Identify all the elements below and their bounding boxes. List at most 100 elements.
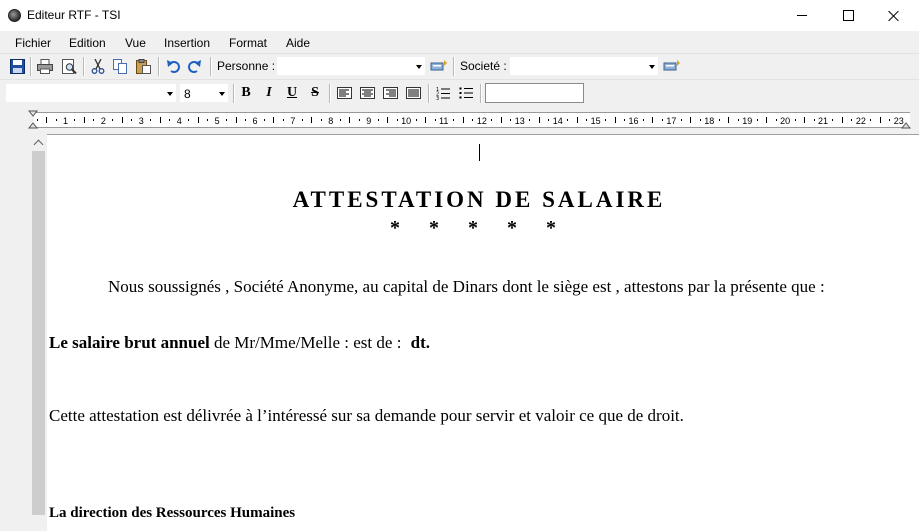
minimize-icon xyxy=(797,15,807,16)
ruler-tick xyxy=(55,119,57,121)
ruler-tick xyxy=(870,119,872,121)
ruler-tick xyxy=(434,119,436,121)
menu-insertion[interactable]: Insertion xyxy=(164,36,210,50)
maximize-button[interactable] xyxy=(825,0,871,31)
window-title: Editeur RTF - TSI xyxy=(27,8,121,22)
paste-button[interactable] xyxy=(133,56,153,76)
ruler-tick xyxy=(46,117,48,123)
ruler-tick xyxy=(614,117,616,123)
ruler-tick xyxy=(804,117,806,123)
menu-vue[interactable]: Vue xyxy=(125,36,146,50)
ruler-number: 1 xyxy=(63,116,69,126)
ruler-tick xyxy=(642,119,644,121)
strikethrough-button[interactable]: S xyxy=(305,83,325,103)
insert-societe-field-button[interactable] xyxy=(662,56,682,76)
ruler-tick xyxy=(889,119,891,121)
ruler-tick xyxy=(453,119,455,121)
ruler-tick xyxy=(358,119,360,121)
italic-button[interactable]: I xyxy=(259,83,279,103)
align-right-button[interactable] xyxy=(380,83,400,103)
ruler-number: 3 xyxy=(138,116,144,126)
right-indent-marker[interactable] xyxy=(900,108,912,132)
ruler-tick xyxy=(737,119,739,121)
ruler-tick xyxy=(74,119,76,121)
menu-edition[interactable]: Edition xyxy=(69,36,106,50)
font-size-combo[interactable]: 8 xyxy=(179,83,229,103)
ruler-tick xyxy=(605,119,607,121)
print-button[interactable] xyxy=(35,56,55,76)
chevron-down-icon xyxy=(219,92,225,96)
toolbar-separator xyxy=(210,57,212,76)
numbered-list-button[interactable]: 1 2 3 xyxy=(433,83,453,103)
bullet-list-button[interactable] xyxy=(456,83,476,103)
ruler-number: 14 xyxy=(552,116,563,126)
ruler-tick xyxy=(548,119,550,121)
toolbar-separator xyxy=(329,84,331,103)
ruler-tick xyxy=(169,119,171,121)
salary-bold-label: Le salaire brut annuel xyxy=(49,333,210,352)
minimize-button[interactable] xyxy=(779,0,825,31)
align-right-icon xyxy=(382,87,398,99)
intro-paragraph: Nous soussignés , Société Anonyme, au ca… xyxy=(108,277,825,296)
app-icon xyxy=(8,9,21,22)
personne-combo[interactable] xyxy=(276,56,426,76)
ruler-tick xyxy=(794,119,796,121)
toolbar-separator xyxy=(428,84,430,103)
ruler-number: 16 xyxy=(628,116,639,126)
save-button[interactable] xyxy=(7,56,27,76)
ruler-tick xyxy=(339,119,341,121)
ruler-tick xyxy=(112,119,114,121)
toolbar-separator xyxy=(83,57,85,76)
print-icon xyxy=(37,58,53,74)
paste-icon xyxy=(135,58,151,74)
underline-button[interactable]: U xyxy=(282,83,302,103)
justify-button[interactable] xyxy=(403,83,423,103)
numbered-list-icon: 1 2 3 xyxy=(436,87,450,100)
ruler-tick xyxy=(226,119,228,121)
ruler-tick xyxy=(197,117,199,123)
menu-fichier[interactable]: Fichier xyxy=(15,36,51,50)
chevron-down-icon xyxy=(167,92,173,96)
ruler-tick xyxy=(121,117,123,123)
ruler-tick xyxy=(207,119,209,121)
font-size-value: 8 xyxy=(184,87,191,101)
text-cursor xyxy=(479,144,480,161)
redo-button[interactable] xyxy=(185,56,205,76)
undo-button[interactable] xyxy=(163,56,183,76)
align-center-button[interactable] xyxy=(357,83,377,103)
title-bar: Editeur RTF - TSI xyxy=(0,0,919,31)
insert-personne-field-button[interactable] xyxy=(429,56,449,76)
extra-input[interactable] xyxy=(485,83,584,103)
ruler-number: 22 xyxy=(855,116,866,126)
font-name-combo[interactable] xyxy=(5,83,177,103)
societe-combo[interactable] xyxy=(509,56,659,76)
bullet-list-icon xyxy=(459,87,473,99)
menu-format[interactable]: Format xyxy=(229,36,267,50)
document-title: ATTESTATION DE SALAIRE xyxy=(292,187,666,212)
bold-button[interactable]: B xyxy=(236,83,256,103)
menu-bar: Fichier Edition Vue Insertion Format Aid… xyxy=(0,31,919,53)
align-left-button[interactable] xyxy=(334,83,354,103)
ruler-tick xyxy=(690,117,692,123)
ruler-tick xyxy=(83,117,85,123)
ruler[interactable]: 1 2 3 4 5 6 7 8 9 10 11 12 13 14 15 16 17 18 19 20 21 22 23 xyxy=(28,108,912,132)
ruler-number: 15 xyxy=(590,116,601,126)
print-preview-button[interactable] xyxy=(59,56,79,76)
menu-aide[interactable]: Aide xyxy=(286,36,310,50)
insert-field-icon xyxy=(663,60,680,71)
ruler-tick xyxy=(282,119,284,121)
salary-paragraph: Le salaire brut annuel de Mr/Mme/Melle :… xyxy=(49,333,430,353)
close-button[interactable] xyxy=(871,0,917,31)
ruler-number: 10 xyxy=(401,116,412,126)
close-icon xyxy=(888,10,900,22)
print-preview-icon xyxy=(61,58,77,74)
ruler-number: 13 xyxy=(514,116,525,126)
ruler-tick xyxy=(813,119,815,121)
ruler-tick xyxy=(245,119,247,121)
left-indent-marker[interactable] xyxy=(28,108,40,132)
cut-button[interactable] xyxy=(88,56,108,76)
copy-button[interactable] xyxy=(110,56,130,76)
scroll-up-button[interactable] xyxy=(30,134,47,151)
svg-text:3: 3 xyxy=(436,96,439,100)
ruler-tick xyxy=(159,117,161,123)
